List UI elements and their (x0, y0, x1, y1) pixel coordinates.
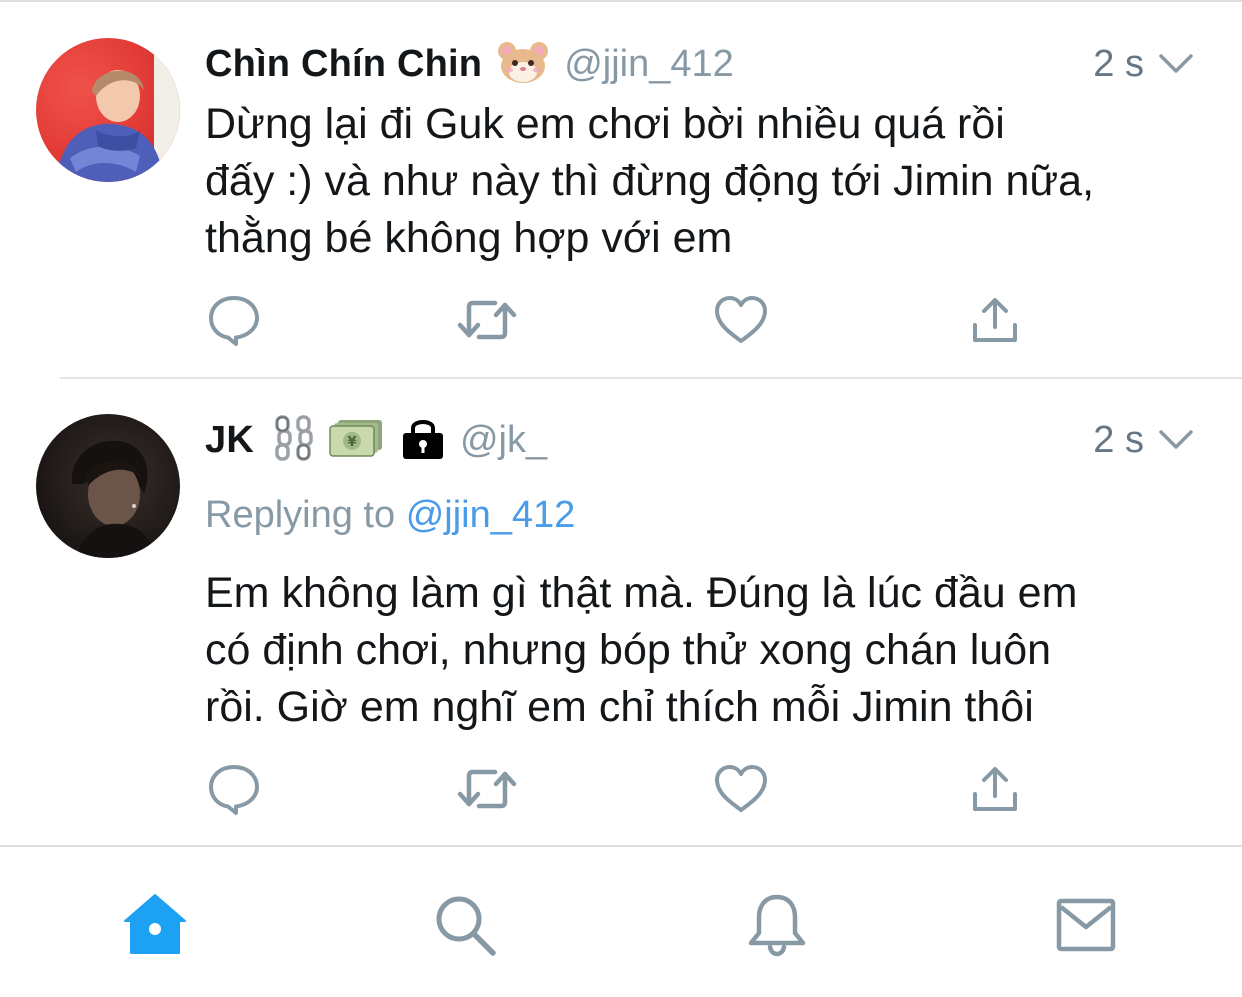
tweet-text-line: có định chơi, nhưng bóp thử xong chán lu… (205, 626, 1052, 674)
tweet[interactable]: Chìn Chín Chin @jjin_412 2 s Dừng lại đi… (0, 0, 1242, 378)
timestamp: 2 s (1093, 419, 1144, 461)
reply-icon[interactable] (202, 759, 266, 819)
chevron-down-icon[interactable] (1156, 412, 1196, 468)
retweet-icon[interactable] (455, 290, 519, 350)
tweet-header: Chìn Chín Chin @jjin_412 (205, 36, 734, 92)
messages-icon[interactable] (1046, 885, 1126, 965)
like-icon[interactable] (709, 290, 773, 350)
lock-icon (400, 415, 446, 466)
display-name[interactable]: Chìn Chín Chin (205, 43, 482, 86)
search-icon[interactable] (425, 885, 505, 965)
user-handle[interactable]: @jjin_412 (564, 43, 734, 86)
svg-text:¥: ¥ (347, 435, 356, 450)
tweet-text-line: Dừng lại đi Guk em chơi bời nhiều quá rồ… (205, 100, 1005, 148)
tweet-actions (205, 759, 1035, 819)
user-handle[interactable]: @jk_ (460, 419, 547, 462)
tweet-text-line: rồi. Giờ em nghĩ em chỉ thích mỗi Jimin … (205, 683, 1034, 731)
replying-to: Replying to @jjin_412 (205, 487, 575, 543)
tweet-text: Dừng lại đi Guk em chơi bời nhiều quá rồ… (205, 96, 1215, 267)
avatar[interactable] (36, 414, 180, 558)
yen-banknote-emoji-icon: ¥ (328, 418, 384, 463)
home-icon[interactable] (115, 885, 195, 965)
like-icon[interactable] (709, 759, 773, 819)
tweet-actions (205, 290, 1035, 350)
timestamp: 2 s (1093, 43, 1144, 85)
retweet-icon[interactable] (455, 759, 519, 819)
reply-mention-link[interactable]: @jjin_412 (406, 494, 576, 536)
share-icon[interactable] (963, 290, 1027, 350)
tabbar-divider (0, 845, 1242, 847)
avatar[interactable] (36, 38, 180, 182)
tweet[interactable]: JK ¥ @jk_ 2 s Replying to @jjin_412 Em k… (0, 379, 1242, 845)
replying-to-label: Replying to (205, 494, 396, 536)
share-icon[interactable] (963, 759, 1027, 819)
chevron-down-icon[interactable] (1156, 36, 1196, 92)
hamster-emoji-icon (496, 40, 550, 89)
chains-emoji-icon (272, 414, 316, 467)
tweet-header: JK ¥ @jk_ (205, 412, 547, 468)
tweet-text-line: thằng bé không hợp với em (205, 214, 733, 262)
tweet-text: Em không làm gì thật mà. Đúng là lúc đầu… (205, 565, 1215, 736)
tweet-text-line: Em không làm gì thật mà. Đúng là lúc đầu… (205, 569, 1078, 617)
notifications-icon[interactable] (737, 885, 817, 965)
reply-icon[interactable] (202, 290, 266, 350)
tweet-text-line: đấy :) và như này thì đừng động tới Jimi… (205, 157, 1095, 205)
display-name[interactable]: JK (205, 419, 254, 462)
